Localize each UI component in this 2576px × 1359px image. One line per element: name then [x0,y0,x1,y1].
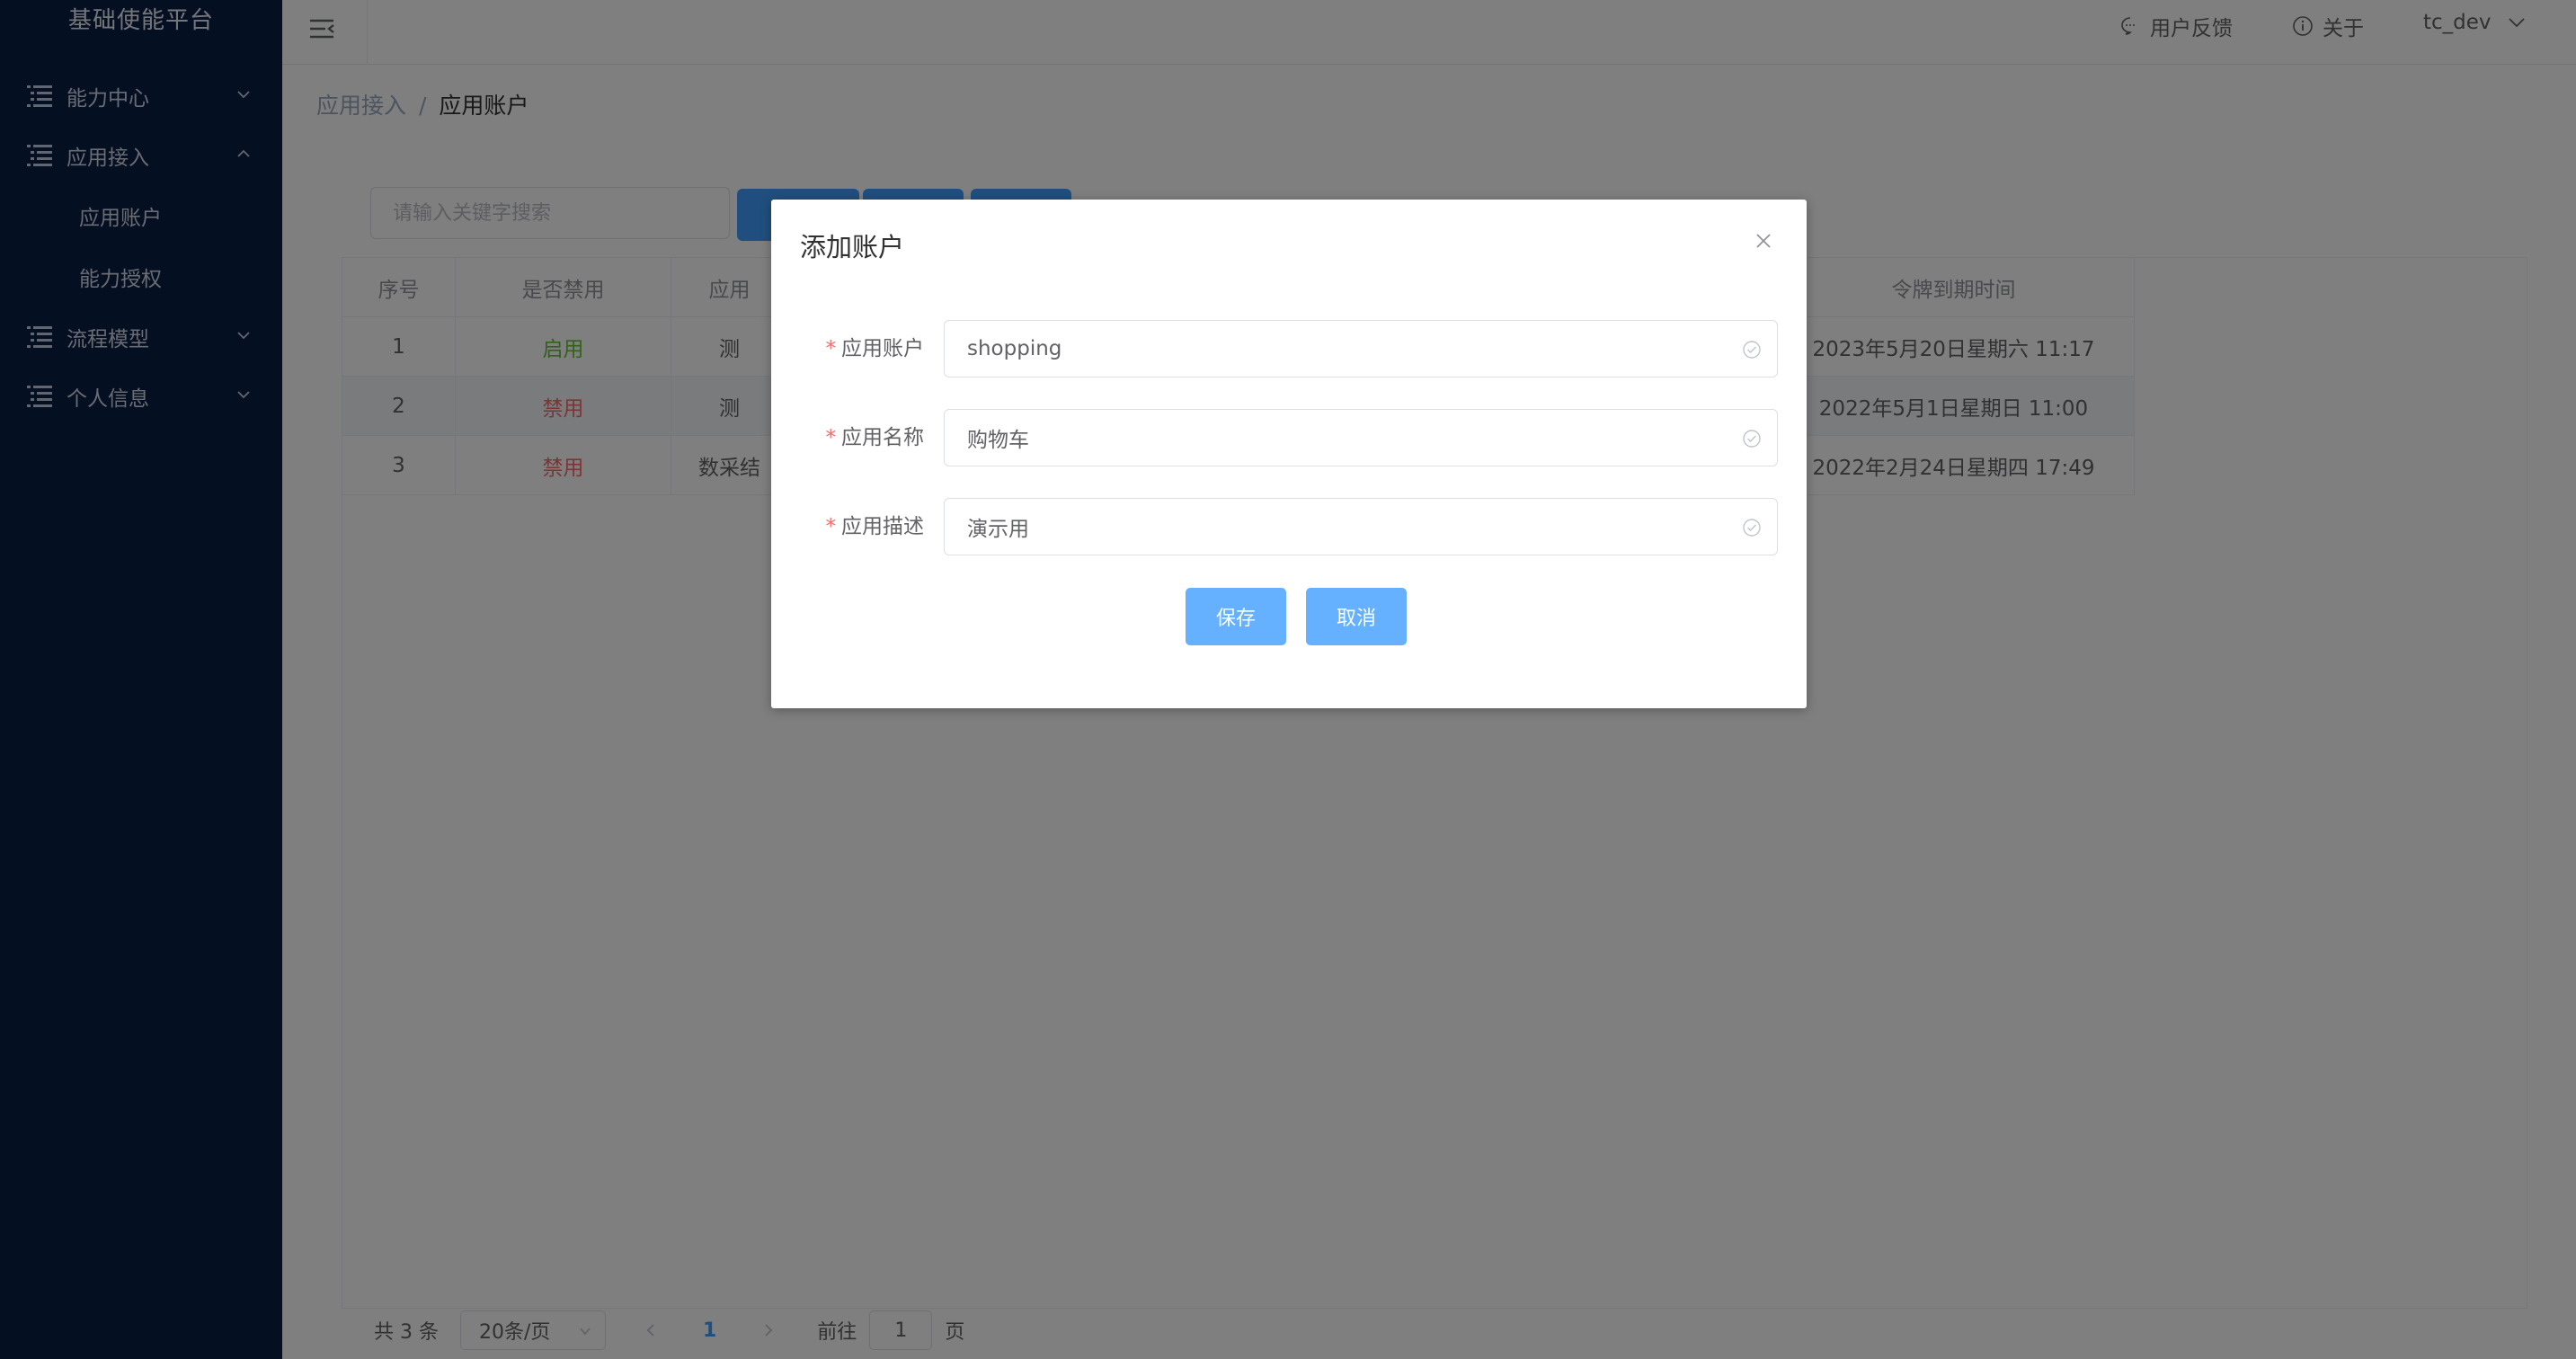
cancel-button[interactable]: 取消 [1306,588,1407,645]
app-account-input[interactable] [944,320,1778,378]
app-name-input[interactable] [944,409,1778,466]
check-circle-icon [1743,430,1761,448]
app-description-input[interactable] [944,498,1778,555]
required-mark: * [825,515,837,538]
required-mark: * [825,337,837,360]
form-label-app-account: * 应用账户 [826,320,925,378]
add-account-dialog: 添加账户 *应用账户 *应用名称 *应用描述 保存 取消 [771,200,1807,708]
form-row-app-description: * 应用描述 [771,498,1807,555]
required-mark: * [825,426,837,449]
check-circle-icon [1743,519,1761,537]
form-label-app-name: * 应用名称 [826,409,925,466]
form-row-app-name: * 应用名称 [771,409,1807,466]
form-row-app-account: * 应用账户 [771,320,1807,378]
dialog-title: 添加账户 [800,232,905,262]
label-text: 应用描述 [841,515,924,538]
form-label-app-description: * 应用描述 [826,498,925,555]
save-button[interactable]: 保存 [1186,588,1286,645]
label-text: 应用账户 [841,337,924,360]
close-icon[interactable] [1753,230,1774,252]
check-circle-icon [1743,341,1761,359]
label-text: 应用名称 [841,426,924,449]
